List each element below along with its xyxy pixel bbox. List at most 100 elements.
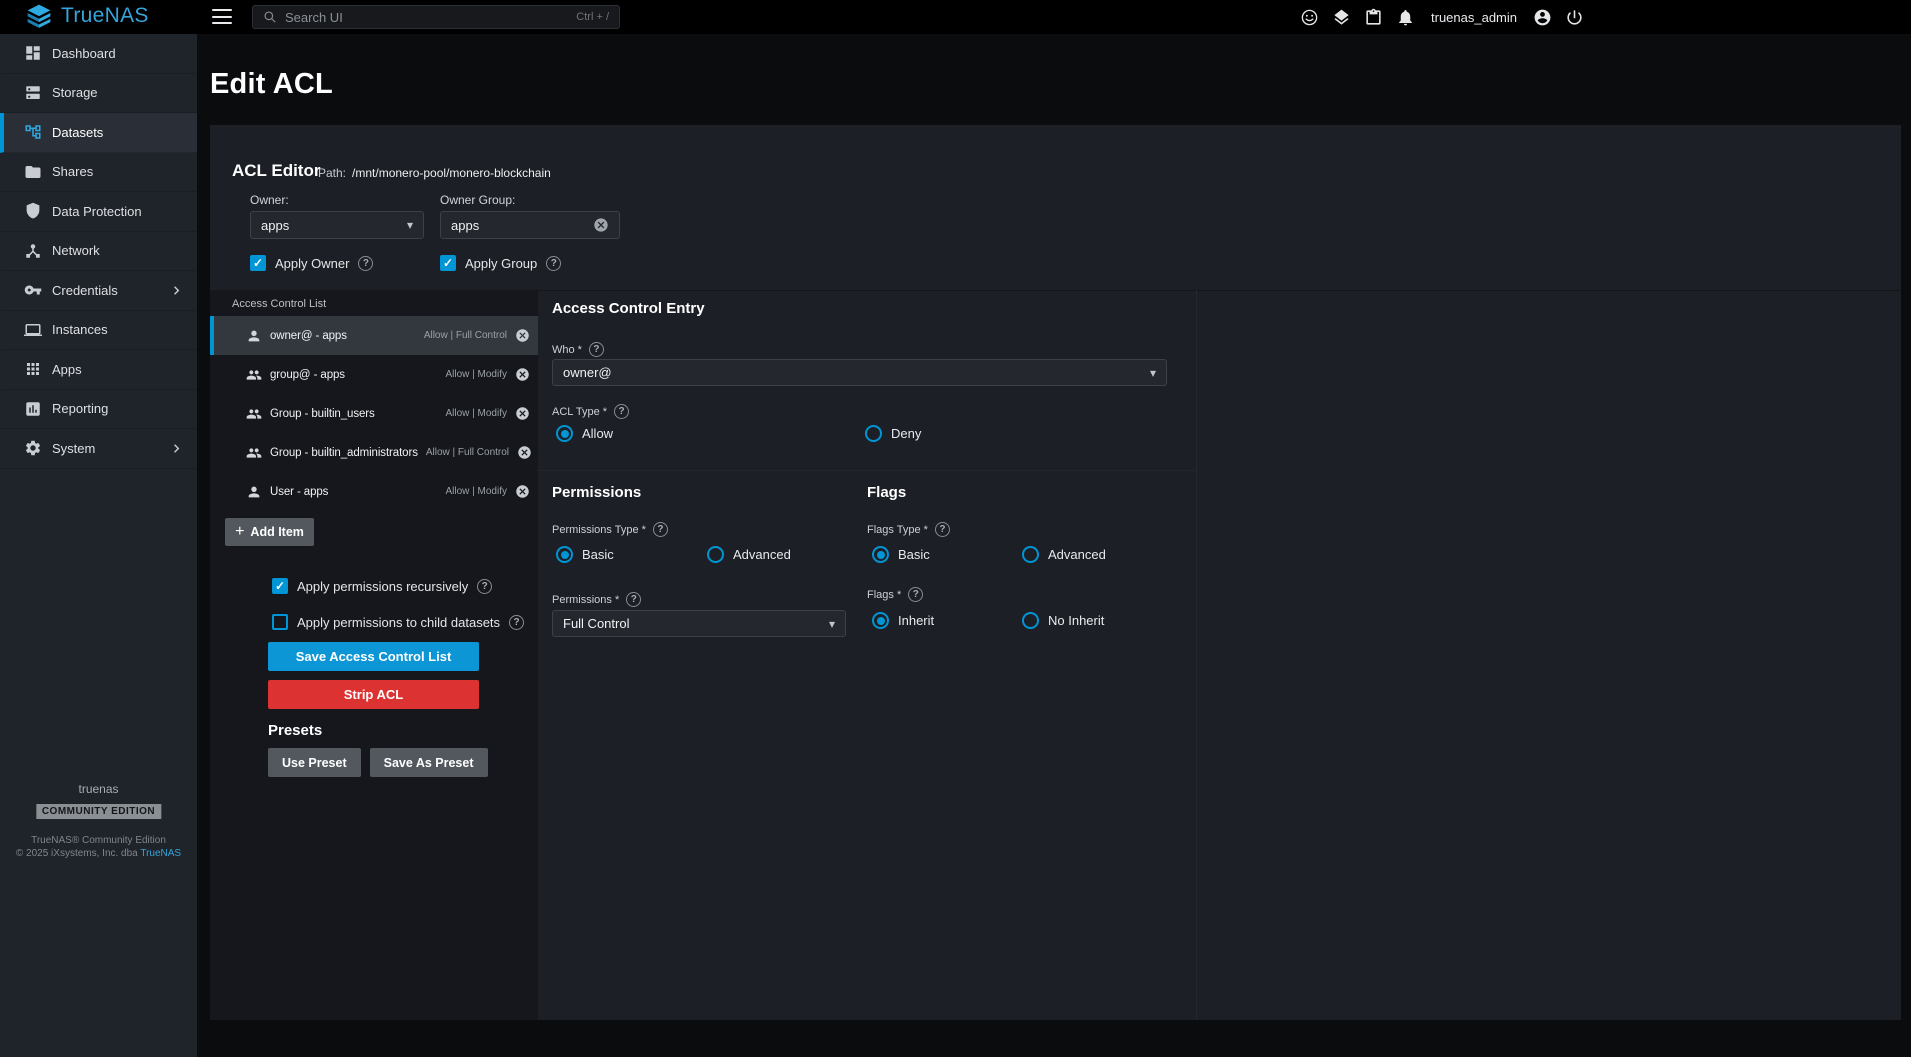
- help-icon[interactable]: ?: [509, 615, 524, 630]
- apply-owner-checkbox[interactable]: ✓: [250, 255, 266, 271]
- acl-entry-row[interactable]: Group - builtin_users Allow | Modify: [210, 394, 538, 433]
- radio-inherit-label: Inherit: [898, 613, 934, 628]
- sidebar-item-system[interactable]: System: [0, 429, 197, 469]
- sidebar-item-apps[interactable]: Apps: [0, 350, 197, 390]
- help-icon[interactable]: ?: [653, 522, 668, 537]
- remove-icon[interactable]: [515, 367, 530, 382]
- radio-flags-advanced[interactable]: Advanced: [1022, 546, 1106, 563]
- use-preset-button[interactable]: Use Preset: [268, 748, 361, 777]
- power-icon[interactable]: [1565, 8, 1584, 27]
- apply-owner-label: Apply Owner: [275, 256, 349, 271]
- help-icon[interactable]: ?: [477, 579, 492, 594]
- sidebar-item-datasets[interactable]: Datasets: [0, 113, 197, 153]
- radio-deny[interactable]: Deny: [865, 425, 921, 442]
- sidebar-item-reporting[interactable]: Reporting: [0, 390, 197, 430]
- help-icon[interactable]: ?: [358, 256, 373, 271]
- sidebar-item-label: Data Protection: [52, 204, 142, 219]
- radio-deny-control[interactable]: [865, 425, 882, 442]
- sidebar-item-instances[interactable]: Instances: [0, 311, 197, 351]
- preset-buttons: Use Preset Save As Preset: [268, 748, 488, 777]
- strip-acl-button[interactable]: Strip ACL: [268, 680, 479, 709]
- add-item-label: Add Item: [250, 525, 303, 539]
- flags-type-label: Flags Type *: [867, 524, 928, 536]
- tasks-clipboard-icon[interactable]: [1364, 8, 1383, 27]
- sidebar-item-credentials[interactable]: Credentials: [0, 271, 197, 311]
- radio-no-inherit[interactable]: No Inherit: [1022, 612, 1104, 629]
- acl-entry-who: User - apps: [270, 486, 328, 498]
- apply-group-label: Apply Group: [465, 256, 537, 271]
- acl-entry-row[interactable]: User - apps Allow | Modify: [210, 472, 538, 511]
- remove-icon[interactable]: [515, 484, 530, 499]
- remove-icon[interactable]: [515, 328, 530, 343]
- remove-icon[interactable]: [515, 406, 530, 421]
- recursive-checkbox-row[interactable]: ✓ Apply permissions recursively ?: [272, 578, 492, 594]
- acl-entry-row[interactable]: Group - builtin_administrators Allow | F…: [210, 433, 538, 472]
- logo-text: TrueNAS: [61, 4, 149, 28]
- help-icon[interactable]: ?: [908, 587, 923, 602]
- owner-group-input[interactable]: apps: [440, 211, 620, 239]
- sidebar-item-network[interactable]: Network: [0, 232, 197, 272]
- sidebar-item-storage[interactable]: Storage: [0, 74, 197, 114]
- username-label[interactable]: truenas_admin: [1431, 10, 1517, 25]
- credentials-icon: [24, 281, 42, 299]
- help-icon[interactable]: ?: [935, 522, 950, 537]
- apply-group-checkbox[interactable]: ✓: [440, 255, 456, 271]
- user-icon: [246, 328, 262, 344]
- apply-group-checkbox-row[interactable]: ✓ Apply Group ?: [440, 255, 561, 271]
- help-icon[interactable]: ?: [546, 256, 561, 271]
- copyright-brand-link[interactable]: TrueNAS: [140, 848, 181, 859]
- clear-icon[interactable]: [593, 217, 609, 233]
- radio-flags-basic-control[interactable]: [872, 546, 889, 563]
- section-divider: [538, 470, 1196, 471]
- sidebar-item-label: Storage: [52, 85, 98, 100]
- add-item-button[interactable]: + Add Item: [225, 518, 314, 546]
- help-icon[interactable]: ?: [614, 404, 629, 419]
- child-datasets-checkbox[interactable]: [272, 614, 288, 630]
- save-acl-button[interactable]: Save Access Control List: [268, 642, 479, 671]
- child-datasets-checkbox-row[interactable]: Apply permissions to child datasets ?: [272, 614, 524, 630]
- search-box[interactable]: Ctrl + /: [252, 5, 620, 29]
- radio-permissions-basic-control[interactable]: [556, 546, 573, 563]
- dashboard-icon: [24, 44, 42, 62]
- apply-owner-checkbox-row[interactable]: ✓ Apply Owner ?: [250, 255, 373, 271]
- truenas-logo-icon: [26, 3, 52, 29]
- radio-allow[interactable]: Allow: [556, 425, 613, 442]
- owner-select[interactable]: apps ▾: [250, 211, 424, 239]
- radio-permissions-basic-label: Basic: [582, 547, 614, 562]
- save-as-preset-button[interactable]: Save As Preset: [370, 748, 488, 777]
- who-select[interactable]: owner@ ▾: [552, 359, 1167, 386]
- radio-flags-basic[interactable]: Basic: [872, 546, 930, 563]
- radio-no-inherit-control[interactable]: [1022, 612, 1039, 629]
- radio-flags-advanced-control[interactable]: [1022, 546, 1039, 563]
- system-icon: [24, 439, 42, 457]
- radio-allow-control[interactable]: [556, 425, 573, 442]
- acl-entry-permission: Allow | Full Control: [424, 330, 507, 341]
- radio-permissions-advanced[interactable]: Advanced: [707, 546, 791, 563]
- recursive-checkbox[interactable]: ✓: [272, 578, 288, 594]
- sidebar-item-dashboard[interactable]: Dashboard: [0, 34, 197, 74]
- menu-icon[interactable]: [212, 9, 232, 24]
- checkmark-icon: ✓: [275, 579, 285, 593]
- sidebar-item-shares[interactable]: Shares: [0, 153, 197, 193]
- acl-entry-row[interactable]: group@ - apps Allow | Modify: [210, 355, 538, 394]
- help-icon[interactable]: ?: [589, 342, 604, 357]
- feedback-smiley-icon[interactable]: [1300, 8, 1319, 27]
- chevron-right-icon: [168, 282, 185, 299]
- sidebar-item-data-protection[interactable]: Data Protection: [0, 192, 197, 232]
- radio-inherit-control[interactable]: [872, 612, 889, 629]
- truenas-logo[interactable]: TrueNAS: [26, 3, 149, 29]
- permissions-select[interactable]: Full Control ▾: [552, 610, 846, 637]
- radio-permissions-basic[interactable]: Basic: [556, 546, 614, 563]
- radio-inherit[interactable]: Inherit: [872, 612, 934, 629]
- notifications-bell-icon[interactable]: [1396, 8, 1415, 27]
- help-icon[interactable]: ?: [626, 592, 641, 607]
- remove-icon[interactable]: [517, 445, 532, 460]
- permissions-select-value: Full Control: [563, 616, 629, 631]
- acl-entry-row[interactable]: owner@ - apps Allow | Full Control: [210, 316, 538, 355]
- user-avatar-icon[interactable]: [1533, 8, 1552, 27]
- radio-permissions-advanced-control[interactable]: [707, 546, 724, 563]
- jobs-layers-icon[interactable]: [1332, 8, 1351, 27]
- group-icon: [246, 406, 262, 422]
- search-input[interactable]: [285, 10, 568, 25]
- acl-entry-permission: Allow | Full Control: [426, 447, 509, 458]
